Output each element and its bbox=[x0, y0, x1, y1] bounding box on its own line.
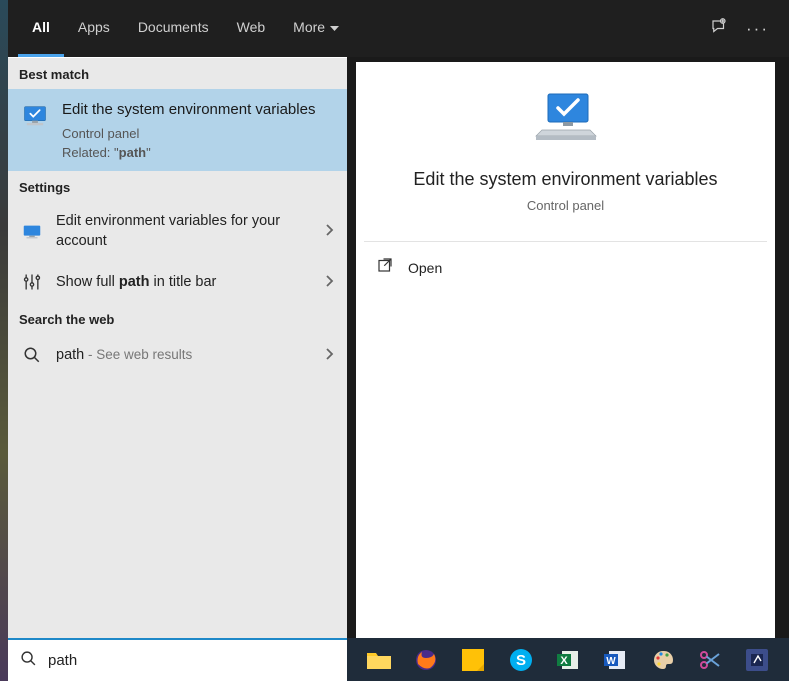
search-icon bbox=[21, 344, 43, 366]
svg-text:W: W bbox=[607, 656, 617, 667]
results-panel: Best match Edit the system environment v… bbox=[8, 57, 347, 638]
related-prefix: Related: " bbox=[62, 145, 119, 160]
monitor-settings-icon bbox=[21, 221, 43, 243]
related-suffix: " bbox=[146, 145, 151, 160]
best-match-subtitle: Control panel bbox=[62, 126, 334, 141]
related-term: path bbox=[119, 145, 146, 160]
chevron-right-icon bbox=[326, 275, 334, 290]
taskbar-app[interactable] bbox=[734, 638, 781, 681]
section-search-web: Search the web bbox=[8, 303, 347, 334]
web-result-item[interactable]: path - See web results bbox=[8, 334, 347, 376]
system-properties-icon bbox=[21, 102, 49, 130]
word-icon: W bbox=[602, 647, 628, 673]
search-input[interactable] bbox=[48, 652, 335, 669]
label-pre: Show full bbox=[56, 274, 119, 290]
taskbar: S X W bbox=[347, 638, 789, 681]
scissors-icon bbox=[697, 647, 723, 673]
open-icon bbox=[376, 256, 394, 279]
sticky-notes-icon bbox=[460, 647, 486, 673]
svg-text:S: S bbox=[516, 652, 526, 669]
search-box[interactable] bbox=[8, 638, 347, 681]
preview-header: Edit the system environment variables Co… bbox=[356, 62, 775, 213]
excel-icon: X bbox=[555, 647, 581, 673]
open-label: Open bbox=[408, 260, 442, 276]
svg-text:X: X bbox=[560, 655, 568, 667]
taskbar-word[interactable]: W bbox=[592, 638, 639, 681]
taskbar-sticky-notes[interactable] bbox=[450, 638, 497, 681]
best-match-text: Edit the system environment variables Co… bbox=[62, 100, 334, 160]
web-term: path bbox=[56, 347, 84, 363]
feedback-icon[interactable] bbox=[710, 18, 728, 40]
taskbar-file-explorer[interactable] bbox=[355, 638, 402, 681]
preview-title: Edit the system environment variables bbox=[356, 169, 775, 190]
taskbar-excel[interactable]: X bbox=[544, 638, 591, 681]
chevron-right-icon bbox=[326, 224, 334, 239]
search-icon bbox=[20, 650, 37, 672]
tab-more-label: More bbox=[293, 19, 325, 35]
more-options-icon[interactable]: ··· bbox=[746, 19, 769, 39]
desktop-peek-strip bbox=[0, 0, 8, 681]
row-label: Edit environment variables for your acco… bbox=[56, 212, 313, 251]
chevron-right-icon bbox=[326, 348, 334, 363]
section-settings: Settings bbox=[8, 171, 347, 202]
app-icon bbox=[744, 647, 770, 673]
tab-apps[interactable]: Apps bbox=[64, 0, 124, 57]
sliders-icon bbox=[21, 271, 43, 293]
top-right-controls: ··· bbox=[710, 18, 779, 40]
tab-more[interactable]: More bbox=[279, 0, 353, 57]
search-scope-bar: All Apps Documents Web More ··· bbox=[8, 0, 789, 57]
taskbar-skype[interactable]: S bbox=[497, 638, 544, 681]
tab-web[interactable]: Web bbox=[223, 0, 280, 57]
label-post: in title bar bbox=[149, 274, 216, 290]
preview-pane: Edit the system environment variables Co… bbox=[356, 62, 775, 638]
preview-subtitle: Control panel bbox=[356, 198, 775, 213]
taskbar-paint[interactable] bbox=[639, 638, 686, 681]
best-match-related: Related: "path" bbox=[62, 145, 334, 160]
firefox-icon bbox=[413, 647, 439, 673]
skype-icon: S bbox=[508, 647, 534, 673]
palette-icon bbox=[650, 647, 676, 673]
label-bold: path bbox=[119, 274, 150, 290]
best-match-title: Edit the system environment variables bbox=[62, 100, 334, 120]
row-label: path - See web results bbox=[56, 346, 313, 366]
tab-documents[interactable]: Documents bbox=[124, 0, 223, 57]
settings-item-show-full-path[interactable]: Show full path in title bar bbox=[8, 261, 347, 303]
taskbar-firefox[interactable] bbox=[402, 638, 449, 681]
section-best-match: Best match bbox=[8, 58, 347, 89]
scope-tabs: All Apps Documents Web More bbox=[18, 0, 353, 57]
open-action[interactable]: Open bbox=[356, 242, 775, 293]
chevron-down-icon bbox=[330, 19, 339, 35]
settings-item-env-vars-account[interactable]: Edit environment variables for your acco… bbox=[8, 202, 347, 261]
taskbar-snipping-tool[interactable] bbox=[686, 638, 733, 681]
tab-all[interactable]: All bbox=[18, 0, 64, 57]
system-properties-icon-large bbox=[534, 90, 598, 146]
best-match-item[interactable]: Edit the system environment variables Co… bbox=[8, 89, 347, 171]
file-explorer-icon bbox=[366, 647, 392, 673]
web-hint: - See web results bbox=[84, 347, 192, 362]
label-text: Edit environment variables for your acco… bbox=[56, 213, 280, 249]
row-label: Show full path in title bar bbox=[56, 273, 313, 293]
